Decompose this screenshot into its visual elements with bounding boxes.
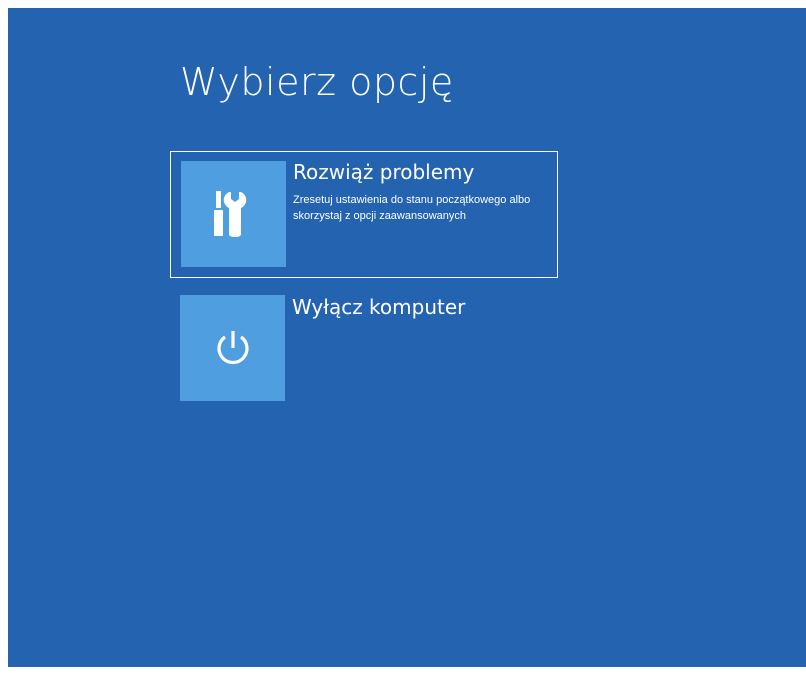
- troubleshoot-option[interactable]: Rozwiąż problemy Zresetuj ustawienia do …: [170, 151, 558, 278]
- troubleshoot-tools-icon: [212, 190, 256, 238]
- shutdown-title: Wyłącz komputer: [292, 295, 466, 319]
- page-title: Wybierz opcję: [180, 60, 454, 104]
- shutdown-option[interactable]: Wyłącz komputer: [170, 288, 558, 408]
- recovery-screen: Wybierz opcję Rozwiąż problemy Zresetuj …: [8, 8, 806, 667]
- shutdown-tile[interactable]: [180, 295, 285, 401]
- troubleshoot-description: Zresetuj ustawienia do stanu początkoweg…: [293, 194, 531, 222]
- troubleshoot-tile[interactable]: [181, 161, 286, 267]
- troubleshoot-title: Rozwiąż problemy: [293, 160, 475, 184]
- power-icon: [213, 328, 253, 368]
